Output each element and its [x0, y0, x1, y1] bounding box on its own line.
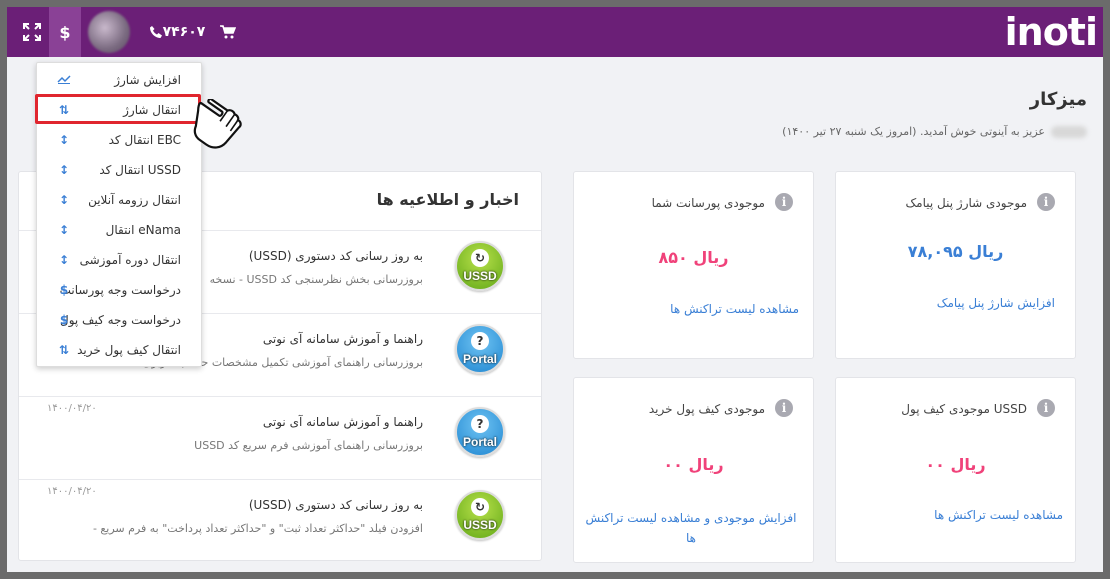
- menu-item-increase-charge[interactable]: افزایش شارژ: [37, 65, 201, 95]
- fullscreen-button[interactable]: [15, 7, 49, 57]
- transfer-vertical-icon: ↕: [58, 253, 70, 267]
- dollar-icon: $: [59, 283, 69, 297]
- transactions-link[interactable]: مشاهده لیست تراکنش ها: [670, 302, 799, 316]
- news-summary: بروزرسانی بخش نظرسنجی کد USSD - نسخه: [209, 273, 423, 286]
- cart-icon: [220, 25, 236, 39]
- dollar-icon: $: [59, 22, 71, 42]
- news-item[interactable]: ? Portal راهنما و آموزش سامانه آی نوتی بر…: [19, 396, 541, 478]
- news-summary: افزودن فیلد "حداکثر تعداد ثبت" و "حداکثر…: [92, 522, 423, 535]
- cart-button[interactable]: [217, 7, 239, 57]
- menu-item-commission-request[interactable]: $ درخواست وجه پورسانت: [37, 275, 201, 305]
- transfer-vertical-icon: ↕: [58, 193, 70, 207]
- card-value: ۸۵۰ ریال: [658, 248, 729, 267]
- welcome-message: عزیز به آینوتی خوش آمدید. (امروز یک شنبه…: [782, 125, 1087, 138]
- hand-cursor-icon: [193, 99, 242, 149]
- menu-item-wallet-request[interactable]: $ درخواست وجه کیف پول: [37, 305, 201, 335]
- news-item[interactable]: ↻ USSD به روز رسانی کد دستوری (USSD) افزو…: [19, 479, 541, 560]
- avatar: [88, 11, 130, 53]
- ussd-icon: ↻ USSD: [455, 241, 505, 291]
- news-heading: راهنما و آموزش سامانه آی نوتی: [262, 415, 423, 429]
- transfer-icon: ⇅: [58, 343, 70, 357]
- transactions-link[interactable]: مشاهده لیست تراکنش ها: [934, 508, 1063, 522]
- card-title: موجودی کیف پول خرید: [648, 402, 765, 416]
- chart-line-icon: [57, 73, 71, 87]
- increase-sms-charge-link[interactable]: افزایش شارژ پنل پیامک: [937, 296, 1055, 310]
- portal-icon: ? Portal: [455, 324, 505, 374]
- user-menu-button[interactable]: [87, 7, 131, 57]
- welcome-text: عزیز به آینوتی خوش آمدید. (امروز یک شنبه…: [782, 125, 1045, 138]
- menu-item-transfer-resume[interactable]: ↕ انتقال رزومه آنلاین: [37, 185, 201, 215]
- info-icon[interactable]: i: [775, 399, 793, 417]
- menu-item-transfer-purchase-wallet[interactable]: ⇅ انتقال کیف پول خرید: [37, 335, 201, 365]
- card-value: ۷۸,۰۹۵ ریال: [907, 242, 1004, 261]
- finance-menu-button[interactable]: $: [49, 7, 81, 57]
- transfer-vertical-icon: ↕: [58, 223, 70, 237]
- news-heading: به روز رسانی کد دستوری (USSD): [248, 249, 423, 263]
- phone-number: ۷۴۶۰۷: [162, 24, 206, 40]
- news-date: ۱۴۰۰/۰۴/۲۰: [47, 486, 97, 497]
- card-value: ۰۰ ریال: [663, 455, 724, 474]
- menu-item-transfer-enama[interactable]: ↕ eNama انتقال: [37, 215, 201, 245]
- app-window: $ ۷۴۶۰۷ inoti میزکار عزیز به آینوتی خوش …: [7, 7, 1103, 572]
- menu-item-transfer-ussd[interactable]: ↕ USSD انتقال کد: [37, 155, 201, 185]
- sms-panel-balance-card: i موجودی شارژ پنل پیامک ۷۸,۰۹۵ ریال افزا…: [835, 171, 1076, 359]
- news-date: ۱۴۰۰/۰۴/۲۰: [47, 403, 97, 414]
- brand-logo[interactable]: inoti: [993, 7, 1103, 57]
- transfer-vertical-icon: ↕: [58, 133, 70, 147]
- card-value: ۰۰ ریال: [925, 455, 986, 474]
- info-icon[interactable]: i: [1037, 399, 1055, 417]
- page-title: میزکار: [1029, 89, 1087, 110]
- news-heading: راهنما و آموزش سامانه آی نوتی: [262, 332, 423, 346]
- expand-icon: [23, 23, 41, 41]
- news-heading: به روز رسانی کد دستوری (USSD): [248, 498, 423, 512]
- card-title: موجودی پورسانت شما: [651, 196, 765, 210]
- info-icon[interactable]: i: [1037, 193, 1055, 211]
- page-header: میزکار: [1030, 89, 1087, 110]
- dollar-icon: $: [59, 313, 69, 327]
- news-title: اخبار و اطلاعیه ها: [376, 190, 519, 209]
- news-summary: بروزرسانی راهنمای آموزشی فرم سریع کد USS…: [194, 439, 423, 452]
- increase-wallet-link[interactable]: افزایش موجودی و مشاهده لیست تراکنش ها: [581, 508, 801, 548]
- phone-link[interactable]: ۷۴۶۰۷: [147, 7, 207, 57]
- card-title: موجودی شارژ پنل پیامک: [905, 196, 1027, 210]
- purchase-wallet-balance-card: i موجودی کیف پول خرید ۰۰ ریال افزایش موج…: [573, 377, 814, 563]
- menu-item-transfer-course[interactable]: ↕ انتقال دوره آموزشی: [37, 245, 201, 275]
- ussd-icon: ↻ USSD: [455, 490, 505, 540]
- info-icon[interactable]: i: [775, 193, 793, 211]
- card-title: موجودی کیف پول USSD: [901, 402, 1027, 416]
- portal-icon: ? Portal: [455, 407, 505, 457]
- ussd-wallet-balance-card: i موجودی کیف پول USSD ۰۰ ریال مشاهده لیس…: [835, 377, 1076, 563]
- top-bar: $ ۷۴۶۰۷ inoti: [7, 7, 1103, 57]
- user-name-blurred: [1051, 125, 1087, 138]
- transfer-vertical-icon: ↕: [58, 163, 70, 177]
- selection-highlight: [35, 94, 201, 124]
- commission-balance-card: i موجودی پورسانت شما ۸۵۰ ریال مشاهده لیس…: [573, 171, 814, 359]
- phone-icon: [149, 26, 162, 38]
- menu-item-transfer-ebc[interactable]: ↕ EBC انتقال کد: [37, 125, 201, 155]
